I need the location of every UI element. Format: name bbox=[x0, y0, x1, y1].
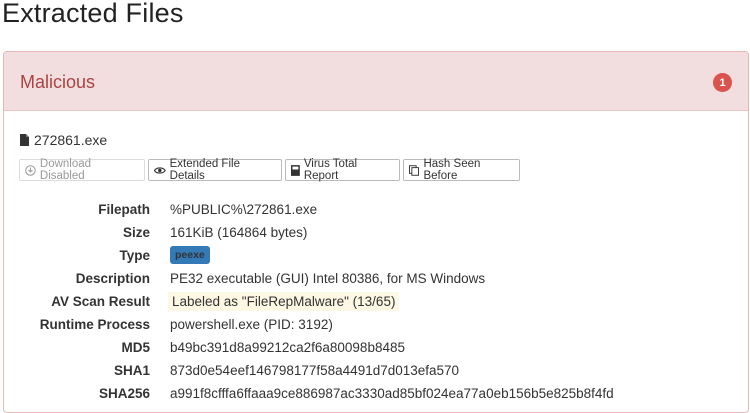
detail-value: PE32 executable (GUI) Intel 80386, for M… bbox=[170, 270, 486, 286]
detail-value: 161KiB (164864 bytes) bbox=[170, 224, 308, 240]
detail-row-runtime-process: Runtime Process powershell.exe (PID: 319… bbox=[4, 313, 333, 335]
detail-row-size: Size 161KiB (164864 bytes) bbox=[4, 221, 307, 243]
file-actions: Download Disabled Extended File Details … bbox=[19, 158, 523, 182]
detail-row-description: Description PE32 executable (GUI) Intel … bbox=[4, 267, 485, 289]
download-icon bbox=[25, 164, 36, 176]
detail-value: powershell.exe (PID: 3192) bbox=[170, 316, 333, 332]
detail-label: MD5 bbox=[121, 339, 150, 355]
detail-label: Description bbox=[75, 270, 150, 286]
detail-value: b49bc391d8a99212ca2f6a80098b8485 bbox=[170, 339, 405, 355]
detail-row-type: Type peexe bbox=[4, 244, 210, 266]
count-badge: 1 bbox=[713, 73, 732, 92]
detail-value: %PUBLIC%\272861.exe bbox=[170, 201, 318, 217]
detail-value: a991f8cfffa6ffaaa9ce886987ac3330ad85bf02… bbox=[170, 385, 614, 401]
detail-row-sha256: SHA256 a991f8cfffa6ffaaa9ce886987ac3330a… bbox=[4, 382, 614, 404]
download-disabled-button[interactable]: Download Disabled bbox=[19, 158, 145, 182]
copy-icon bbox=[409, 164, 420, 176]
download-button-label: Download Disabled bbox=[39, 158, 92, 182]
detail-label: SHA256 bbox=[98, 385, 150, 401]
file-name: 272861.exe bbox=[34, 132, 108, 148]
av-scan-result: Labeled as "FileRepMalware" (13/65) bbox=[168, 291, 400, 311]
detail-label: AV Scan Result bbox=[51, 293, 150, 309]
file-name-line: 272861.exe bbox=[20, 132, 107, 148]
detail-label: Runtime Process bbox=[39, 316, 150, 332]
detail-row-md5: MD5 b49bc391d8a99212ca2f6a80098b8485 bbox=[4, 336, 405, 358]
virus-total-report-button[interactable]: Virus Total Report bbox=[285, 158, 400, 182]
detail-value: 873d0e54eef146798177f58a4491d7d013efa570 bbox=[170, 362, 460, 378]
detail-row-filepath: Filepath %PUBLIC%\272861.exe bbox=[4, 198, 317, 220]
page-title: Extracted Files bbox=[2, 0, 184, 28]
eye-icon bbox=[154, 166, 166, 174]
file-icon bbox=[20, 134, 29, 146]
hash-seen-before-button[interactable]: Hash Seen Before bbox=[403, 158, 520, 182]
detail-label: Type bbox=[119, 247, 150, 263]
book-icon bbox=[291, 164, 300, 176]
type-badge: peexe bbox=[170, 246, 210, 264]
malicious-files-panel: Malicious 1 272861.exe Download Disabled… bbox=[3, 51, 749, 413]
detail-label: SHA1 bbox=[113, 362, 150, 378]
detail-row-av-scan: AV Scan Result Labeled as "FileRepMalwar… bbox=[4, 290, 400, 312]
extended-button-label: Extended File Details bbox=[169, 158, 240, 182]
extended-file-details-button[interactable]: Extended File Details bbox=[148, 158, 282, 182]
hash-button-label: Hash Seen Before bbox=[423, 158, 481, 182]
panel-heading-title: Malicious bbox=[20, 72, 96, 92]
virus-total-button-label: Virus Total Report bbox=[303, 158, 358, 182]
panel-heading[interactable]: Malicious 1 bbox=[4, 52, 748, 111]
detail-label: Size bbox=[122, 224, 150, 240]
detail-label: Filepath bbox=[98, 201, 150, 217]
detail-row-sha1: SHA1 873d0e54eef146798177f58a4491d7d013e… bbox=[4, 359, 459, 381]
